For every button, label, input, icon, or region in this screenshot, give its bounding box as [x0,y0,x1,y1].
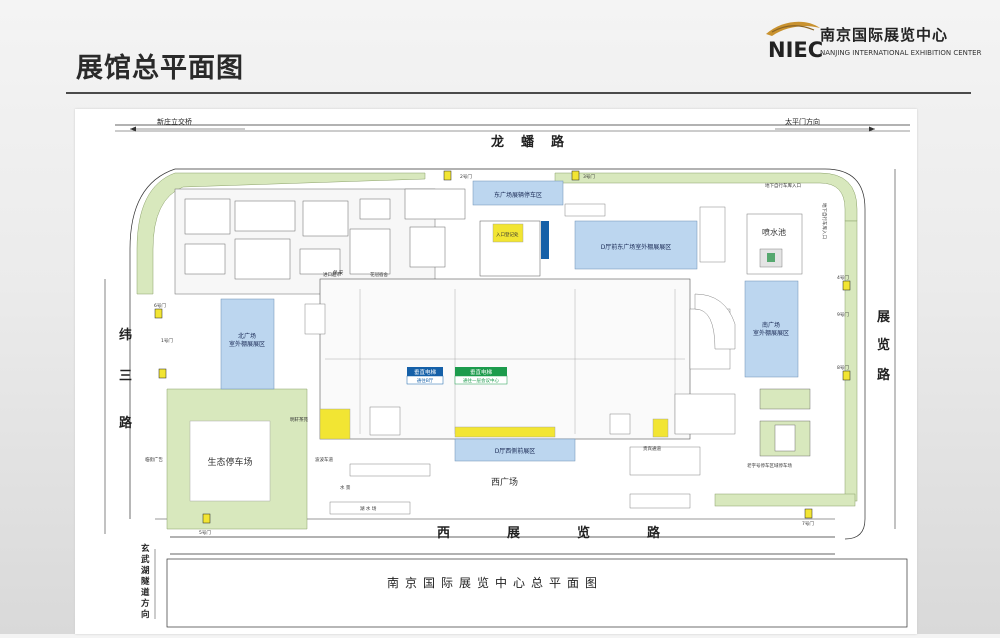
south-plaza-line2: 室外棚展展区 [753,329,789,337]
elevator-left-line1: 垂直电梯 [414,368,437,376]
elevator-left-line2: 通往B厅 [417,377,434,384]
corner-label-top-right: 太平门方向 [785,117,820,126]
road-east-char-2: 览 [877,337,890,353]
site-plan-map: 新庄立交桥 太平门方向 龙 蟠 路 进口超市 花冠宿舍 北广场 室外棚展展区 明… [75,109,917,634]
label-mingxuan: 明轩茶苑 [290,416,308,423]
north-west-buildings [174,188,466,295]
road-north-char-3: 路 [551,134,565,150]
logo-en-name: NANJING INTERNATIONAL EXHIBITION CENTER [820,49,982,57]
site-plan-svg: 新庄立交桥 太平门方向 龙 蟠 路 进口超市 花冠宿舍 北广场 室外棚展展区 明… [104,117,910,628]
label-bus-shelter: 波波车道 [315,456,333,463]
road-sw-char-2: 武 [141,554,150,565]
label-east-lane: 贵宾通道 [643,445,661,452]
road-sw-char-4: 隧 [141,576,150,587]
east-plaza-booth-label: D厅前东广场室外棚展展区 [601,243,672,251]
niec-logo: NIEC 南京国际展览中心 NANJING INTERNATIONAL EXHI… [764,18,981,68]
road-south-char-1: 西 [437,526,450,541]
title-divider [66,92,971,94]
west-plaza-label: 西广场 [491,476,518,488]
corner-label-top-left: 新庄立交桥 [157,117,192,126]
road-west-char-1: 纬 [119,327,132,343]
elevator-right-line2: 通往一层会议中心 [463,377,499,384]
label-gate-3: 3号门 [583,173,595,180]
road-sw-char-7: 向 [141,609,150,620]
page-title: 展馆总平面图 [76,53,244,84]
label-underground-entrance: 地下自行车库入口 [765,182,801,189]
road-south-char-2: 展 [507,526,521,541]
label-gate-1: 1号门 [161,337,173,344]
label-gate-5: 5号门 [199,529,211,536]
label-gate-6: 6号门 [154,302,166,309]
road-sw-char-5: 道 [141,587,150,598]
label-sachet: 花冠宿舍 [370,271,388,278]
entrance-registration-label: 入口登记处 [496,231,519,238]
label-police: 保 安 [333,269,344,276]
label-gate-2: 2号门 [460,173,472,180]
label-gate-9: 9号门 [837,311,849,318]
north-plaza-line2: 室外棚展展区 [229,340,265,348]
road-north-char-2: 蟠 [521,134,535,150]
east-plaza-parking-label: 东广场展辆停车区 [494,191,542,199]
road-west-char-3: 路 [119,415,133,431]
label-gate-8: 8号门 [837,364,849,371]
eco-parking-label: 生态停车场 [207,456,252,468]
label-water-feature: 水 景 [340,484,351,491]
label-underground-garage: 地下自行车库入口 [821,203,828,239]
south-plaza-booth-area [744,280,799,378]
map-caption: 南京国际展览中心总平面图 [387,575,603,590]
road-sw-char-3: 湖 [141,565,150,576]
logo-cn-name: 南京国际展览中心 [820,26,949,44]
road-sw-char-6: 方 [141,598,150,609]
road-west-char-2: 三 [119,369,132,384]
label-linyuan: 临街广告 [145,456,163,463]
road-north-char-1: 龙 [491,134,504,150]
fountain-label: 喷水池 [762,227,786,237]
road-south-char-3: 览 [577,525,590,541]
logo-abbr: NIEC [768,38,824,62]
label-lake-area: 湖 水 场 [360,505,377,512]
yellow-service-block [319,408,351,440]
road-sw-char-1: 玄 [141,543,150,554]
elevator-right-line1: 垂直电梯 [470,368,493,376]
d-hall-west-front-label: D厅西侧前展区 [495,447,536,455]
north-plaza-line1: 北广场 [238,332,256,340]
road-east-char-3: 路 [877,367,891,383]
south-plaza-line1: 南广场 [762,321,780,329]
label-old-parking: 老字号停车区域停车场 [747,462,792,469]
label-gate-7: 7号门 [802,520,814,527]
road-east-char-1: 展 [877,310,891,325]
road-south-char-4: 路 [647,525,661,541]
label-gate-4: 4号门 [837,274,849,281]
